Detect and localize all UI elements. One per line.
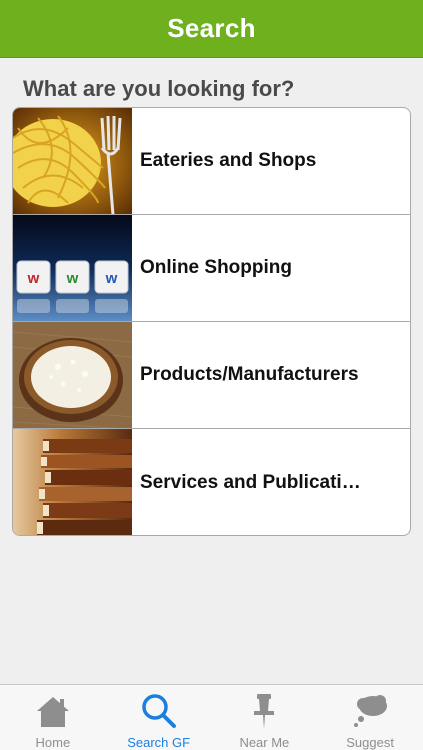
- category-row-services[interactable]: Services and Publicati…: [13, 429, 410, 535]
- app-screen: Search What are you looking for? Eaterie…: [0, 0, 423, 750]
- category-row-products[interactable]: Products/Manufacturers: [13, 322, 410, 429]
- pushpin-icon: [254, 694, 275, 729]
- svg-text:w: w: [105, 270, 118, 287]
- category-label: Eateries and Shops: [140, 150, 317, 171]
- tab-suggest[interactable]: Suggest: [317, 685, 423, 750]
- tab-label: Search GF: [127, 735, 191, 750]
- www-keys-image: w w w: [13, 215, 132, 321]
- category-label: Online Shopping: [140, 257, 292, 278]
- tab-label: Suggest: [346, 735, 394, 750]
- rice-bowl-image: [13, 322, 132, 428]
- tab-label: Near Me: [239, 735, 290, 750]
- svg-text:w: w: [27, 270, 40, 287]
- category-list: Eateries and Shops w w w Online Shopping…: [12, 107, 411, 536]
- category-row-online-shopping[interactable]: w w w Online Shopping: [13, 215, 410, 322]
- house-icon: [36, 697, 69, 727]
- thought-bubble-icon: [354, 695, 388, 727]
- category-row-eateries[interactable]: Eateries and Shops: [13, 108, 410, 215]
- tab-near-me[interactable]: Near Me: [212, 685, 318, 750]
- magnifier-icon: [141, 694, 176, 728]
- book-stack-image: [13, 429, 132, 535]
- svg-text:w: w: [66, 270, 79, 287]
- section-heading: What are you looking for?: [23, 76, 295, 101]
- category-label: Products/Manufacturers: [140, 364, 359, 385]
- category-label: Services and Publicati…: [140, 472, 361, 493]
- tab-label: Home: [35, 735, 71, 750]
- tab-bar: Home Search GF Near Me Suggest: [0, 684, 423, 750]
- tab-home[interactable]: Home: [0, 685, 106, 750]
- page-title: Search: [167, 13, 256, 43]
- tab-search[interactable]: Search GF: [106, 685, 212, 750]
- navigation-bar: Search: [0, 0, 423, 58]
- spaghetti-fork-image: [13, 108, 132, 214]
